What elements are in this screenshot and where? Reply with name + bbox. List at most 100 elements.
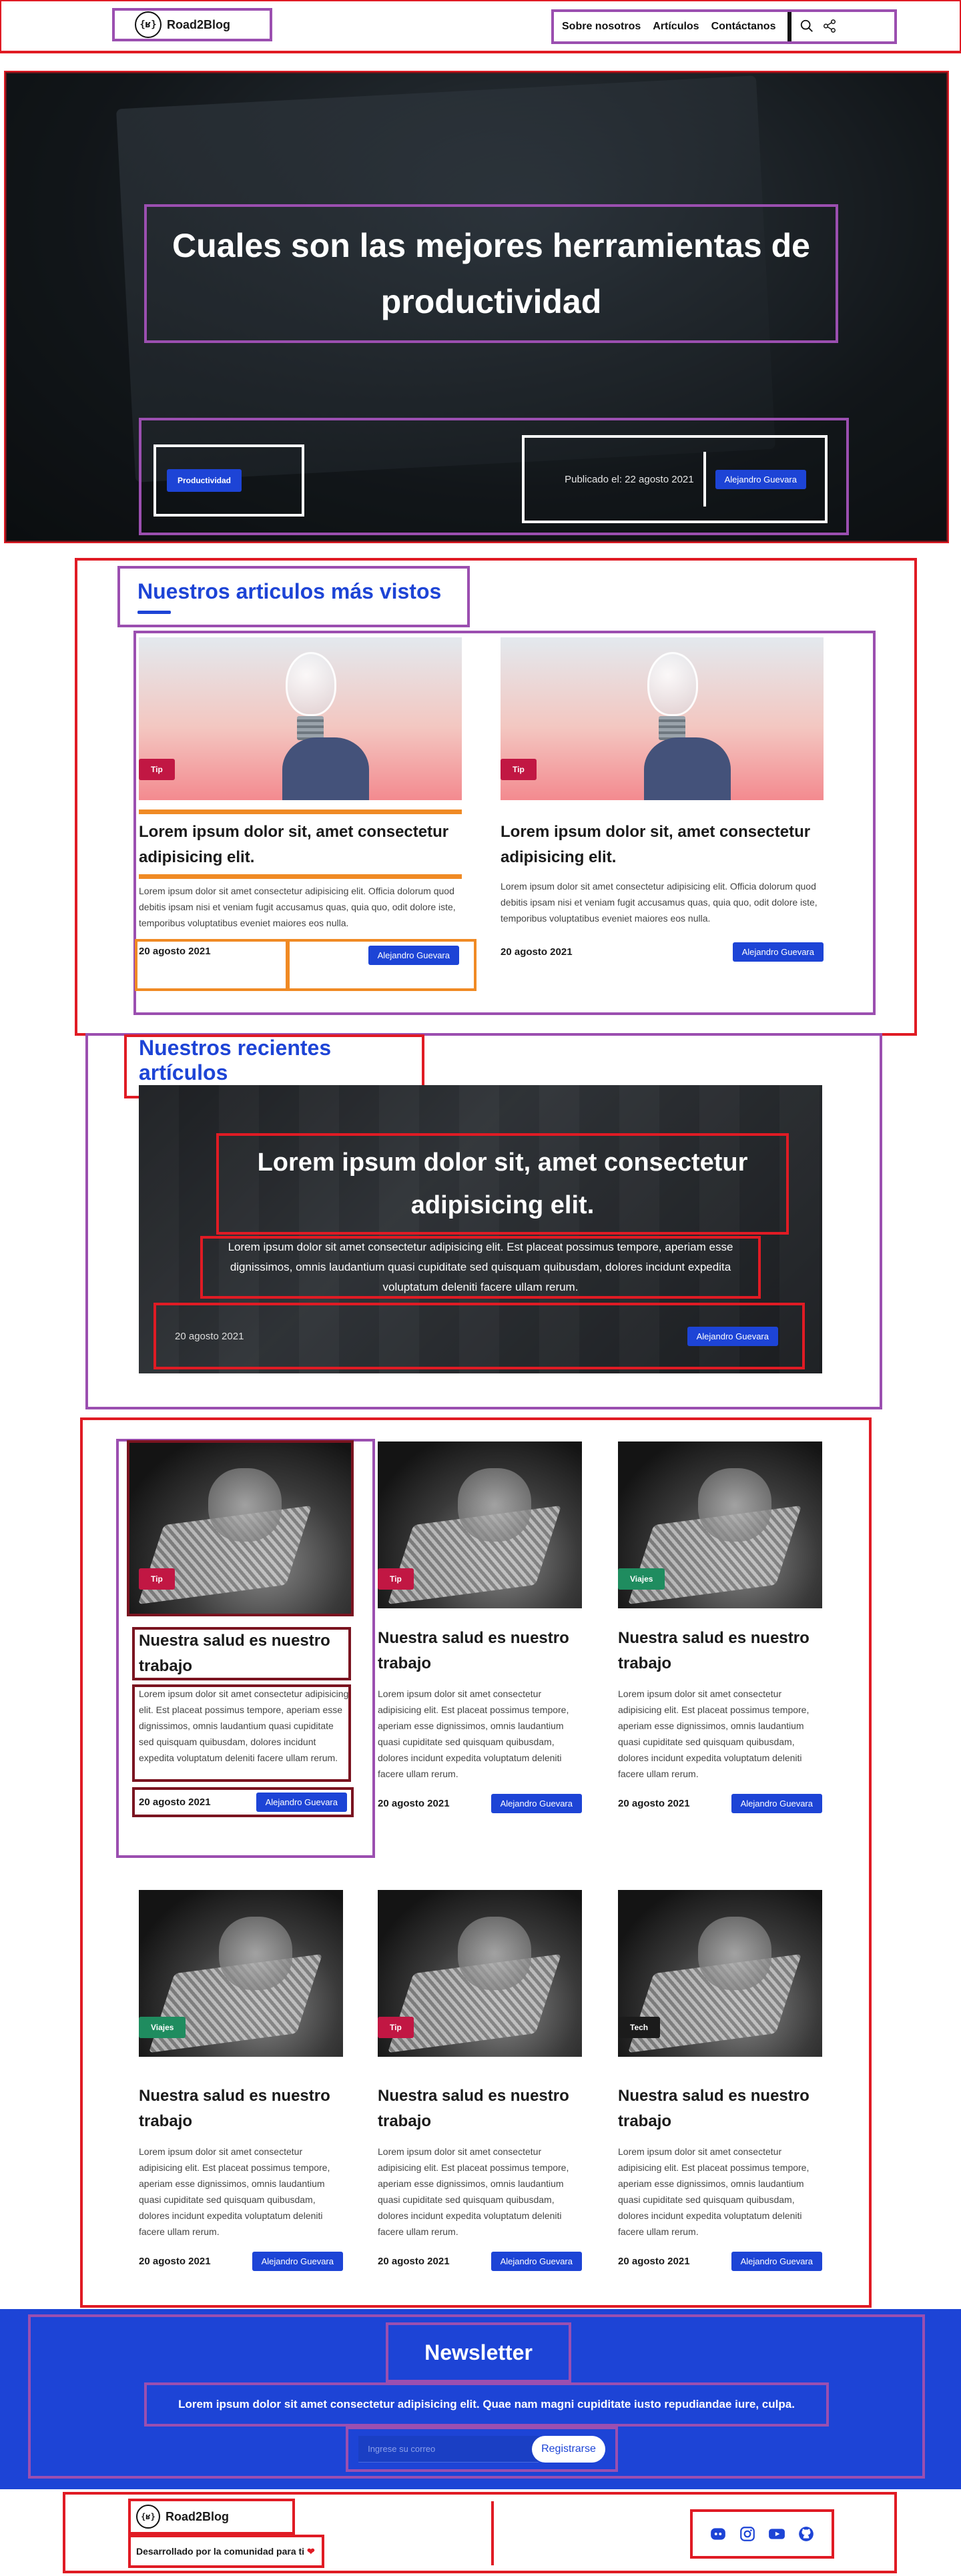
hero-divider	[703, 452, 706, 507]
card-footer: 20 agosto 2021 Alejandro Guevara	[618, 1794, 822, 1813]
hero-category-tag[interactable]: Productividad	[167, 469, 242, 492]
author-button[interactable]: Alejandro Guevara	[256, 1793, 347, 1812]
author-button[interactable]: Alejandro Guevara	[731, 1794, 822, 1813]
hero-tag-container: Productividad	[153, 444, 304, 517]
share-icon[interactable]	[822, 19, 838, 35]
card-date: 20 agosto 2021	[139, 2256, 211, 2267]
newsletter-title: Newsletter	[424, 2340, 533, 2364]
card-title[interactable]: Lorem ipsum dolor sit, amet consectetur …	[139, 820, 462, 870]
category-tag[interactable]: Viajes	[139, 2017, 186, 2038]
category-tag[interactable]: Tip	[139, 759, 175, 780]
hero-meta: Productividad Publicado el: 22 agosto 20…	[139, 418, 849, 535]
hero-section: Cuales son las mejores herramientas de p…	[4, 71, 949, 543]
card-image[interactable]: Tip	[378, 1890, 582, 2057]
card-footer: 20 agosto 2021 Alejandro Guevara	[132, 1787, 354, 1817]
card-description: Lorem ipsum dolor sit amet consectetur a…	[501, 881, 818, 924]
author-button[interactable]: Alejandro Guevara	[491, 2252, 582, 2271]
logo-mark: {ʁ}	[135, 11, 162, 38]
instagram-icon[interactable]	[738, 2525, 757, 2543]
github-icon[interactable]	[797, 2525, 816, 2543]
footer-tagline-text: Desarrollado por la comunidad para ti	[136, 2545, 305, 2557]
card-date: 20 agosto 2021	[618, 2256, 690, 2267]
card-description: Lorem ipsum dolor sit amet consectetur a…	[139, 2146, 330, 2237]
brand-name: Road2Blog	[167, 17, 231, 31]
footer-divider	[491, 2501, 494, 2565]
hero-author-button[interactable]: Alejandro Guevara	[715, 469, 806, 489]
hero-date: Publicado el: 22 agosto 2021	[565, 473, 694, 485]
nav-articulos[interactable]: Artículos	[653, 21, 699, 33]
featured-footer: 20 agosto 2021 Alejandro Guevara	[153, 1303, 805, 1369]
lightbulb-image	[647, 652, 698, 716]
category-tag[interactable]: Viajes	[618, 1568, 665, 1590]
card-title[interactable]: Nuestra salud es nuestro trabajo	[618, 2083, 822, 2134]
category-tag[interactable]: Tip	[378, 1568, 414, 1590]
hero-title: Cuales son las mejores herramientas de p…	[172, 227, 810, 320]
card-image[interactable]: Tip	[139, 637, 462, 800]
recent-title: Nuestros recientes artículos	[139, 1036, 332, 1084]
heading-underline	[137, 611, 171, 614]
featured-article[interactable]: Lorem ipsum dolor sit, amet consectetur …	[139, 1085, 822, 1373]
featured-description: Lorem ipsum dolor sit amet consectetur a…	[228, 1241, 733, 1293]
featured-title-container: Lorem ipsum dolor sit, amet consectetur …	[216, 1133, 789, 1235]
card-date: 20 agosto 2021	[139, 1797, 211, 1808]
article-card[interactable]: Tip Lorem ipsum dolor sit, amet consecte…	[501, 637, 824, 962]
footer-tagline-container: Desarrollado por la comunidad para ti ❤	[128, 2535, 324, 2568]
email-input[interactable]	[358, 2436, 539, 2463]
card-image[interactable]: Viajes	[618, 1441, 822, 1608]
youtube-icon[interactable]	[767, 2525, 786, 2543]
author-button[interactable]: Alejandro Guevara	[731, 2252, 822, 2271]
search-icon[interactable]	[799, 19, 816, 35]
title-highlight-bottom	[139, 874, 462, 879]
article-card[interactable]: Tip Nuestra salud es nuestro trabajo Lor…	[378, 1890, 582, 2271]
nav-sobre-nosotros[interactable]: Sobre nosotros	[562, 21, 641, 33]
footer-tagline: Desarrollado por la comunidad para ti ❤	[136, 2546, 315, 2557]
card-title[interactable]: Nuestra salud es nuestro trabajo	[139, 2083, 343, 2134]
author-button[interactable]: Alejandro Guevara	[491, 1794, 582, 1813]
article-card[interactable]: Tip Nuestra salud es nuestro trabajo Lor…	[127, 1440, 354, 1817]
article-card[interactable]: Viajes Nuestra salud es nuestro trabajo …	[618, 1441, 822, 1813]
card-description: Lorem ipsum dolor sit amet consectetur a…	[618, 2146, 810, 2237]
article-card[interactable]: Tip Lorem ipsum dolor sit, amet consecte…	[135, 637, 476, 991]
site-header: {ʁ} Road2Blog Sobre nosotros Artículos C…	[0, 0, 961, 53]
category-tag[interactable]: Tip	[139, 1568, 175, 1590]
featured-description-container: Lorem ipsum dolor sit amet consectetur a…	[200, 1236, 761, 1299]
author-button[interactable]: Alejandro Guevara	[252, 2252, 343, 2271]
card-image[interactable]: Viajes	[139, 1890, 343, 2057]
most-viewed-heading: Nuestros articulos más vistos	[117, 566, 470, 627]
author-button[interactable]: Alejandro Guevara	[368, 946, 459, 965]
card-title[interactable]: Nuestra salud es nuestro trabajo	[378, 1626, 582, 1676]
card-date: 20 agosto 2021	[618, 1798, 690, 1809]
article-card[interactable]: Viajes Nuestra salud es nuestro trabajo …	[139, 1890, 343, 2271]
logo-mark: {ʁ}	[136, 2505, 160, 2529]
card-title[interactable]: Nuestra salud es nuestro trabajo	[132, 1627, 351, 1680]
card-description: Lorem ipsum dolor sit amet consectetur a…	[139, 886, 456, 928]
category-tag[interactable]: Tip	[378, 2017, 414, 2038]
article-card[interactable]: Tech Nuestra salud es nuestro trabajo Lo…	[618, 1890, 822, 2271]
newsletter-text: Lorem ipsum dolor sit amet consectetur a…	[178, 2398, 795, 2410]
card-image[interactable]: Tech	[618, 1890, 822, 2057]
card-footer: 20 agosto 2021 Alejandro Guevara	[618, 2252, 822, 2271]
category-tag[interactable]: Tech	[618, 2017, 661, 2038]
card-title[interactable]: Nuestra salud es nuestro trabajo	[378, 2083, 582, 2134]
footer-logo[interactable]: {ʁ} Road2Blog	[128, 2499, 295, 2535]
card-description: Lorem ipsum dolor sit amet consectetur a…	[378, 1688, 569, 1779]
social-links	[690, 2509, 834, 2559]
card-footer: 20 agosto 2021 Alejandro Guevara	[378, 2252, 582, 2271]
article-card[interactable]: Tip Nuestra salud es nuestro trabajo Lor…	[378, 1441, 582, 1813]
card-image[interactable]: Tip	[501, 637, 824, 800]
featured-title[interactable]: Lorem ipsum dolor sit, amet consectetur …	[218, 1141, 787, 1227]
author-button[interactable]: Alejandro Guevara	[732, 942, 824, 962]
category-tag[interactable]: Tip	[501, 759, 537, 780]
subscribe-button[interactable]: Registrarse	[532, 2436, 605, 2463]
card-footer: 20 agosto 2021 Alejandro Guevara	[135, 939, 476, 991]
hero-title-container: Cuales son las mejores herramientas de p…	[144, 204, 838, 343]
nav-contactanos[interactable]: Contáctanos	[711, 21, 776, 33]
card-title[interactable]: Nuestra salud es nuestro trabajo	[618, 1626, 822, 1676]
featured-author-button[interactable]: Alejandro Guevara	[687, 1326, 778, 1346]
card-image[interactable]: Tip	[127, 1440, 354, 1616]
card-title[interactable]: Lorem ipsum dolor sit, amet consectetur …	[501, 820, 824, 870]
header-logo[interactable]: {ʁ} Road2Blog	[112, 8, 272, 41]
card-image[interactable]: Tip	[378, 1441, 582, 1608]
discord-icon[interactable]	[709, 2525, 727, 2543]
card-date: 20 agosto 2021	[139, 946, 211, 957]
